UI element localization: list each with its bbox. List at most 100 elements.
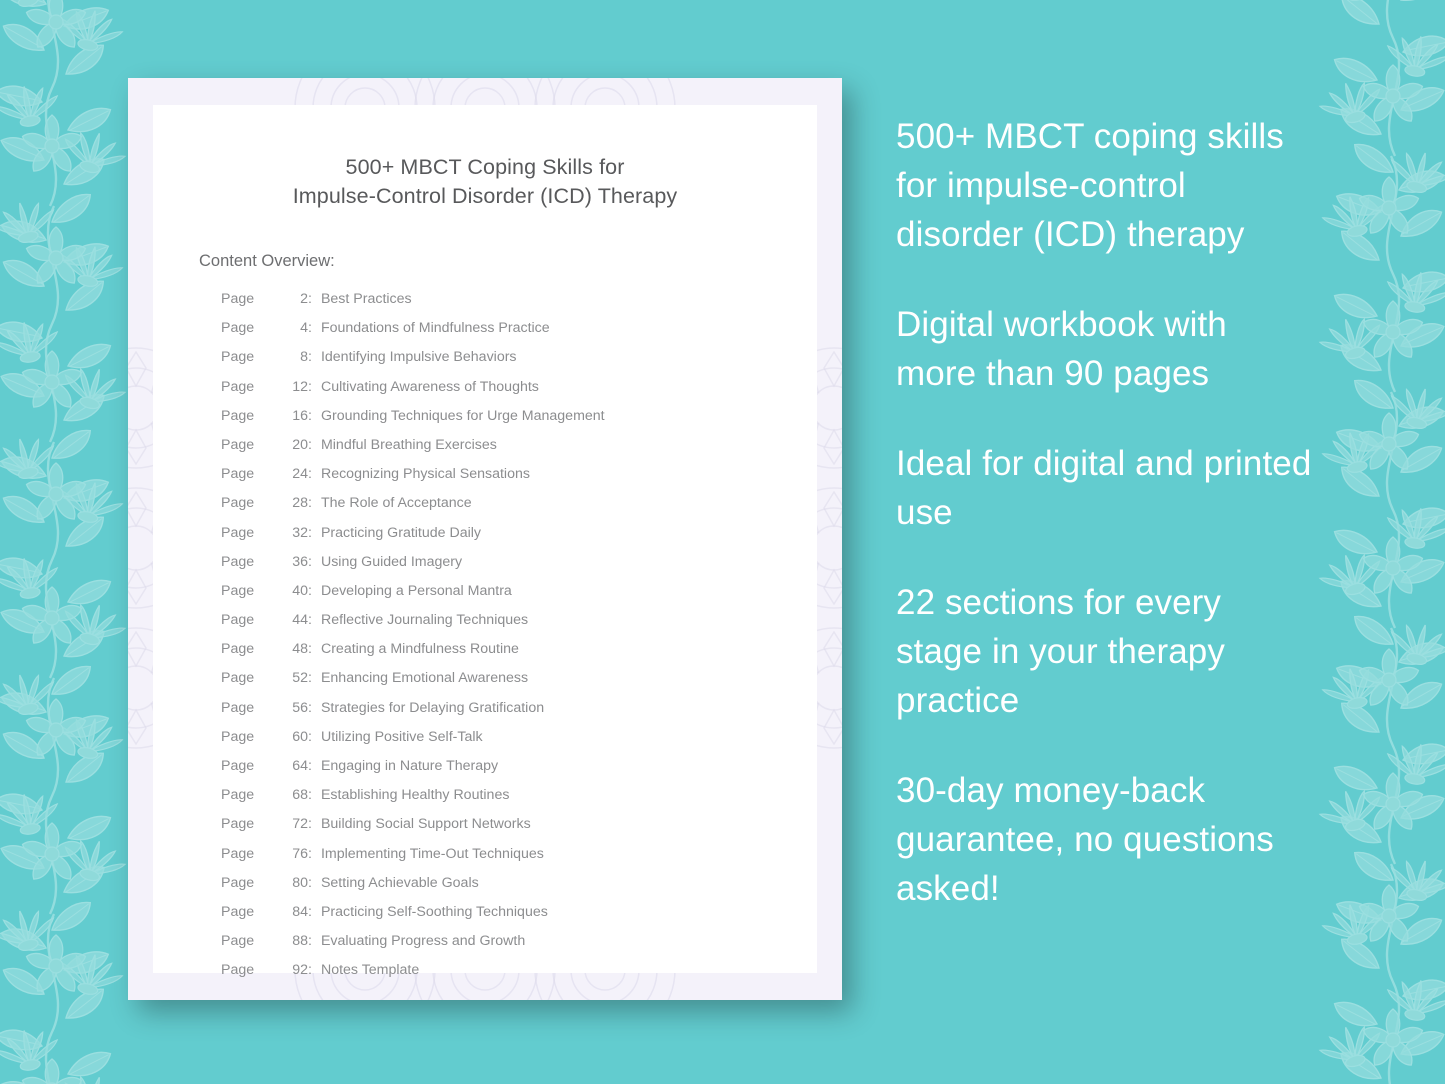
toc-colon: : bbox=[308, 962, 312, 979]
toc-entry: Page 12: Cultivating Awareness of Thoughts bbox=[221, 379, 817, 408]
toc-colon: : bbox=[308, 524, 312, 541]
toc-entry: Page 24: Recognizing Physical Sensations bbox=[221, 466, 817, 495]
toc-page-number: 44 bbox=[292, 612, 308, 629]
toc-entry-title: Grounding Techniques for Urge Management bbox=[320, 407, 605, 424]
toc-entry-title: Cultivating Awareness of Thoughts bbox=[320, 378, 539, 395]
toc-entry: Page 4: Foundations of Mindfulness Practic… bbox=[221, 320, 817, 349]
toc-page-word: Page bbox=[221, 874, 255, 891]
toc-entry: Page 60: Utilizing Positive Self-Talk bbox=[221, 729, 817, 758]
toc-entry-title: Using Guided Imagery bbox=[320, 553, 463, 570]
toc-page-word: Page bbox=[221, 378, 255, 395]
toc-entry-title: Best Practices bbox=[320, 291, 412, 307]
toc-page-number: 28 bbox=[292, 495, 308, 512]
toc-colon: : bbox=[308, 466, 312, 483]
toc-entry-title: Practicing Gratitude Daily bbox=[320, 524, 482, 541]
toc-entry-title: Developing a Personal Mantra bbox=[320, 582, 512, 599]
floral-border-left-icon bbox=[0, 0, 144, 1084]
toc-page-number: 8 bbox=[300, 349, 308, 366]
toc-page-number: 76 bbox=[292, 845, 308, 862]
toc-entry: Page 64: Engaging in Nature Therapy bbox=[221, 758, 817, 787]
toc-colon: : bbox=[308, 728, 312, 745]
toc-colon: : bbox=[308, 699, 312, 716]
toc-entry: Page 40: Developing a Personal Mantra bbox=[221, 583, 817, 612]
toc-page-word: Page bbox=[221, 699, 255, 716]
marketing-block: Ideal for digital and printed use bbox=[896, 444, 1312, 532]
document-preview-card: 500+ MBCT Coping Skills for Impulse-Cont… bbox=[128, 78, 842, 1000]
toc-page-number: 4 bbox=[300, 320, 308, 337]
toc-entry: Page 68: Establishing Healthy Routines bbox=[221, 787, 817, 816]
toc-page-number: 64 bbox=[292, 758, 308, 774]
toc-entry: Page 84: Practicing Self-Soothing Techniqu… bbox=[221, 904, 817, 933]
toc-page-number: 56 bbox=[292, 699, 308, 716]
toc-entry-title: Engaging in Nature Therapy bbox=[320, 758, 499, 774]
toc-page-word: Page bbox=[221, 407, 255, 424]
toc-entry-title: The Role of Acceptance bbox=[320, 495, 472, 512]
toc-page-word: Page bbox=[221, 728, 255, 745]
toc-entry: Page 2: Best Practices bbox=[221, 291, 817, 320]
toc-entry-title: Creating a Mindfulness Routine bbox=[320, 641, 519, 658]
document-page: 500+ MBCT Coping Skills for Impulse-Cont… bbox=[153, 105, 817, 978]
toc-entry: Page 32: Practicing Gratitude Daily bbox=[221, 525, 817, 554]
toc-entry: Page 80: Setting Achievable Goals bbox=[221, 875, 817, 904]
content-overview-label: Content Overview: bbox=[199, 252, 335, 270]
toc-page-number: 52 bbox=[292, 670, 308, 687]
toc-page-number: 80 bbox=[292, 874, 308, 891]
toc-page-number: 12 bbox=[292, 378, 308, 395]
toc-entry: Page 72: Building Social Support Networks bbox=[221, 816, 817, 845]
toc-colon: : bbox=[308, 758, 312, 774]
toc-page-word: Page bbox=[221, 933, 255, 950]
toc-colon: : bbox=[308, 670, 312, 687]
toc-page-number: 84 bbox=[292, 903, 308, 920]
toc-colon: : bbox=[308, 582, 312, 599]
toc-colon: : bbox=[308, 845, 312, 862]
floral-border-right-icon bbox=[1301, 0, 1445, 1084]
marketing-block: 500+ MBCT coping skills for impulse-cont… bbox=[896, 117, 1284, 254]
toc-page-word: Page bbox=[221, 320, 255, 337]
toc-entry: Page 28: The Role of Acceptance bbox=[221, 495, 817, 524]
toc-colon: : bbox=[308, 349, 312, 366]
toc-entry: Page 88: Evaluating Progress and Growth bbox=[221, 933, 817, 962]
toc-page-number: 36 bbox=[292, 553, 308, 570]
toc-page-word: Page bbox=[221, 612, 255, 629]
toc-colon: : bbox=[308, 291, 312, 307]
toc-entry: Page 56: Strategies for Delaying Gratifica… bbox=[221, 700, 817, 729]
toc-entry-title: Evaluating Progress and Growth bbox=[320, 933, 526, 950]
toc-entry: Page 8: Identifying Impulsive Behaviors bbox=[221, 349, 817, 378]
toc-colon: : bbox=[308, 436, 312, 453]
toc-colon: : bbox=[308, 378, 312, 395]
toc-page-number: 16 bbox=[292, 407, 308, 424]
toc-page-number: 48 bbox=[292, 641, 308, 658]
toc-page-word: Page bbox=[221, 787, 255, 804]
toc-colon: : bbox=[308, 903, 312, 920]
toc-page-word: Page bbox=[221, 758, 255, 774]
toc-entry: Page 92: Notes Template bbox=[221, 962, 817, 991]
toc-page-word: Page bbox=[221, 816, 255, 833]
toc-entry-title: Setting Achievable Goals bbox=[320, 874, 479, 891]
toc-colon: : bbox=[308, 933, 312, 950]
toc-page-number: 68 bbox=[292, 787, 308, 804]
toc-colon: : bbox=[308, 612, 312, 629]
toc-colon: : bbox=[308, 495, 312, 512]
toc-page-word: Page bbox=[221, 553, 255, 570]
toc-page-number: 40 bbox=[292, 582, 308, 599]
toc-page-number: 60 bbox=[292, 728, 308, 745]
toc-colon: : bbox=[308, 816, 312, 833]
toc-entry-title: Mindful Breathing Exercises bbox=[320, 436, 497, 453]
page-title-line-1: 500+ MBCT Coping Skills for bbox=[345, 155, 625, 179]
toc-entry-title: Establishing Healthy Routines bbox=[320, 787, 510, 804]
toc-page-number: 88 bbox=[292, 933, 308, 950]
toc-entry-title: Reflective Journaling Techniques bbox=[320, 612, 529, 629]
toc-page-word: Page bbox=[221, 466, 255, 483]
toc-entry: Page 16: Grounding Techniques for Urge Man… bbox=[221, 408, 817, 437]
toc-page-number: 2 bbox=[300, 291, 308, 307]
toc-entry-title: Implementing Time-Out Techniques bbox=[320, 845, 544, 862]
toc-page-word: Page bbox=[221, 495, 255, 512]
marketing-block: 30-day money-back guarantee, no question… bbox=[896, 771, 1274, 908]
toc-page-word: Page bbox=[221, 845, 255, 862]
toc-page-word: Page bbox=[221, 962, 255, 979]
page-title: 500+ MBCT Coping Skills for Impulse-Cont… bbox=[153, 105, 817, 211]
toc-entry-title: Practicing Self-Soothing Techniques bbox=[320, 903, 548, 920]
toc-entry: Page 44: Reflective Journaling Techniques bbox=[221, 612, 817, 641]
toc-entry: Page 76: Implementing Time-Out Techniques bbox=[221, 846, 817, 875]
toc-page-number: 72 bbox=[292, 816, 308, 833]
